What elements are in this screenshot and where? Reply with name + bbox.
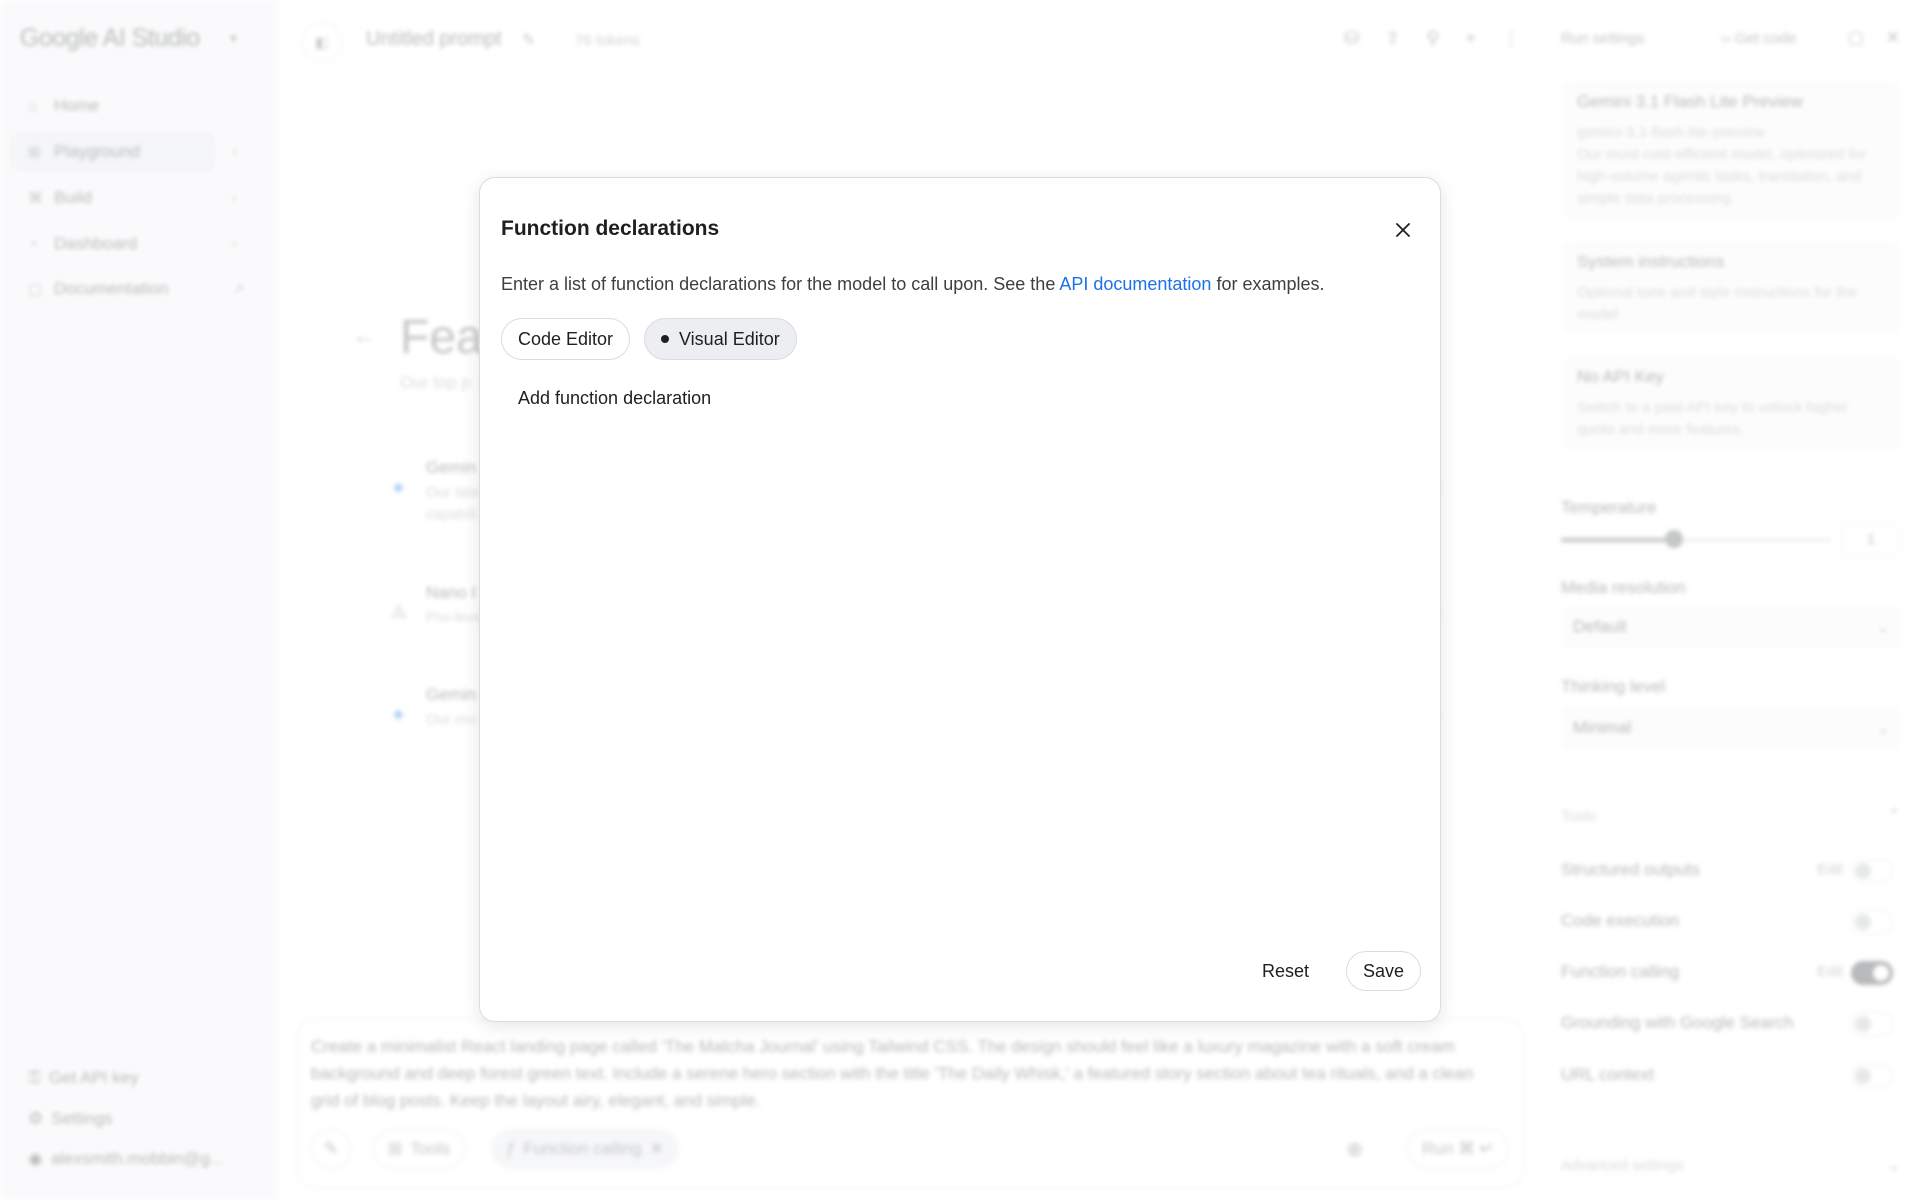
tab-label: Visual Editor (679, 328, 780, 349)
tab-code-editor[interactable]: Code Editor (501, 318, 631, 360)
close-icon (1396, 223, 1410, 237)
api-documentation-link[interactable]: API documentation (1059, 274, 1211, 294)
description-prefix: Enter a list of function declarations fo… (501, 274, 1060, 294)
selected-dot-icon (661, 335, 669, 343)
dialog-title: Function declarations (501, 217, 720, 240)
dialog-description: Enter a list of function declarations fo… (501, 274, 1325, 295)
function-declarations-dialog: Function declarations Enter a list of fu… (479, 177, 1441, 1022)
description-suffix: for examples. (1211, 274, 1325, 294)
add-function-declaration-button[interactable]: Add function declaration (518, 388, 711, 409)
tab-label: Code Editor (518, 328, 614, 349)
save-button[interactable]: Save (1346, 951, 1422, 991)
reset-button[interactable]: Reset (1248, 951, 1323, 991)
tab-visual-editor[interactable]: Visual Editor (644, 318, 797, 360)
close-button[interactable] (1385, 212, 1421, 248)
